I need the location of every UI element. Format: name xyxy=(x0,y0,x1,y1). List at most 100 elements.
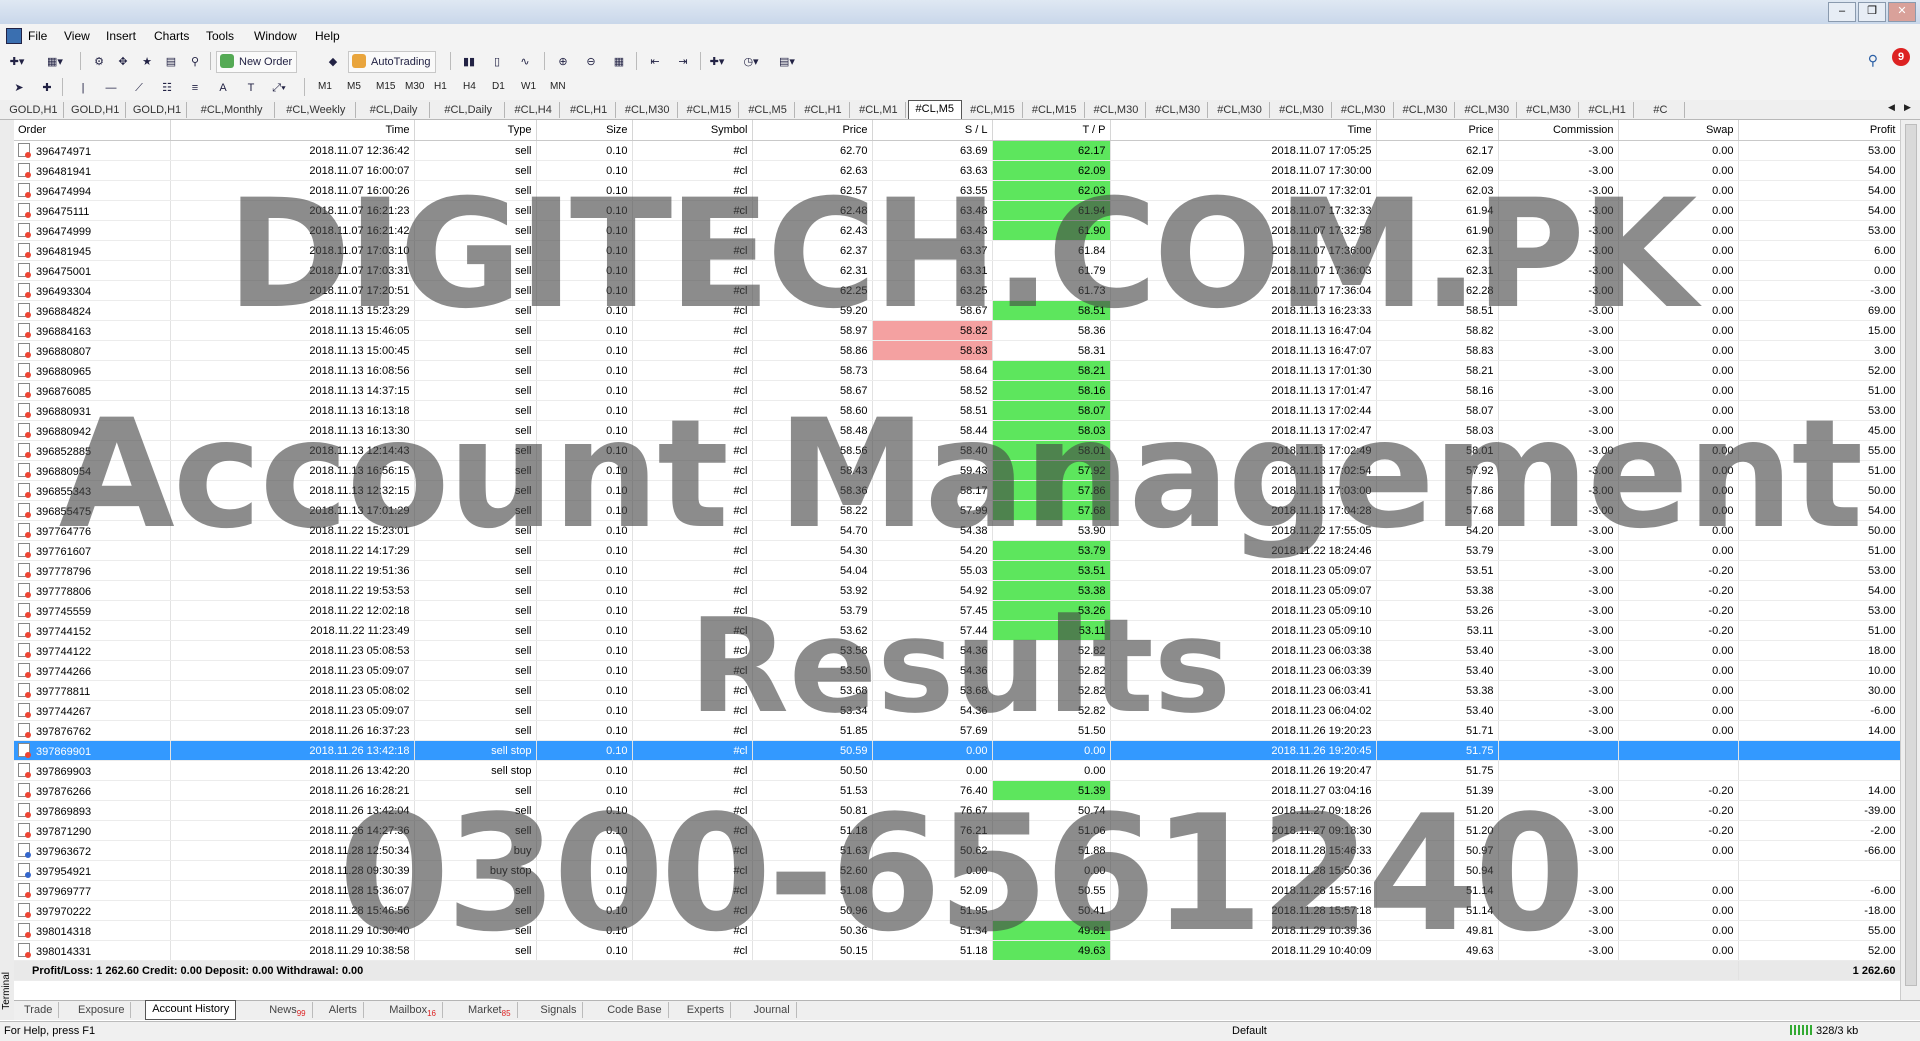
tab-scroll-right-icon[interactable]: ▶ xyxy=(1904,102,1911,113)
chart-tab[interactable]: #CL,M30 xyxy=(1396,102,1456,118)
menu-window[interactable]: Window xyxy=(254,29,297,43)
table-row[interactable]: 396493304 2018.11.07 17:20:51 sell 0.10 #cl 6… xyxy=(14,280,1900,301)
fibonacci-icon[interactable]: ≡ xyxy=(184,77,206,99)
chart-tab[interactable]: #CL,H1 xyxy=(1581,102,1635,118)
table-row[interactable]: 397744266 2018.11.23 05:09:07 sell 0.10 #cl 5… xyxy=(14,660,1900,681)
table-row[interactable]: 396880931 2018.11.13 16:13:18 sell 0.10 #cl 5… xyxy=(14,400,1900,421)
column-header-close-time[interactable]: Time xyxy=(1110,120,1377,141)
terminal-tab-alerts[interactable]: Alerts xyxy=(323,1002,364,1018)
timeframe-w1[interactable]: W1 xyxy=(519,77,538,97)
table-row[interactable]: 397869903 2018.11.26 13:42:20 sell stop 0.1… xyxy=(14,760,1900,781)
timeframe-m5[interactable]: M5 xyxy=(345,77,363,97)
terminal-tab-news[interactable]: News99 xyxy=(263,1002,313,1018)
chart-tab[interactable]: #CL,M15 xyxy=(680,102,740,118)
column-header-symbol[interactable]: Symbol xyxy=(632,120,753,141)
metaeditor-icon[interactable]: ◆ xyxy=(322,51,344,73)
table-row[interactable]: 396475001 2018.11.07 17:03:31 sell 0.10 #cl 6… xyxy=(14,260,1900,281)
table-row[interactable]: 396481941 2018.11.07 16:00:07 sell 0.10 #cl 6… xyxy=(14,160,1900,181)
chart-tab[interactable]: #CL,M30 xyxy=(1457,102,1518,118)
table-row[interactable]: 396852885 2018.11.13 12:14:43 sell 0.10 #cl 5… xyxy=(14,440,1900,461)
zoom-out-icon[interactable]: ⊖ xyxy=(580,51,602,73)
chart-tab[interactable]: #CL,M30 xyxy=(1519,102,1579,118)
timeframe-m30[interactable]: M30 xyxy=(403,77,426,97)
timeframe-d1[interactable]: D1 xyxy=(490,77,507,97)
timeframe-h1[interactable]: H1 xyxy=(432,77,449,97)
minimize-button[interactable]: – xyxy=(1828,2,1856,22)
chart-tab[interactable]: #CL,H1 xyxy=(562,102,616,118)
equidistant-channel-icon[interactable]: ☷ xyxy=(156,77,178,99)
timeframe-mn[interactable]: MN xyxy=(548,77,568,97)
column-header-open-price[interactable]: Price xyxy=(752,120,873,141)
market-watch-icon[interactable]: ⚙ xyxy=(88,51,110,73)
table-row[interactable]: 396880965 2018.11.13 16:08:56 sell 0.10 #cl 5… xyxy=(14,360,1900,381)
table-row[interactable]: 396880807 2018.11.13 15:00:45 sell 0.10 #cl 5… xyxy=(14,340,1900,361)
close-button[interactable]: ✕ xyxy=(1888,2,1916,22)
scrollbar-thumb[interactable] xyxy=(1905,124,1917,986)
column-header-swap[interactable]: Swap xyxy=(1618,120,1739,141)
text-icon[interactable]: A xyxy=(212,77,234,99)
table-row[interactable]: 397876762 2018.11.26 16:37:23 sell 0.10 #cl 5… xyxy=(14,720,1900,741)
profiles-icon[interactable]: ▦▾ xyxy=(44,51,66,73)
autotrading-button[interactable]: AutoTrading xyxy=(348,51,436,73)
terminal-tab-signals[interactable]: Signals xyxy=(534,1002,584,1018)
indicators-icon[interactable]: ✚▾ xyxy=(706,51,728,73)
table-row[interactable]: 397764776 2018.11.22 15:23:01 sell 0.10 #cl 5… xyxy=(14,520,1900,541)
chart-tab[interactable]: #CL,Monthly xyxy=(189,102,275,118)
column-header-close-price[interactable]: Price xyxy=(1376,120,1499,141)
tab-scroll-left-icon[interactable]: ◀ xyxy=(1888,102,1895,113)
chart-shift-icon[interactable]: ⇤ xyxy=(644,51,666,73)
terminal-tab-code-base[interactable]: Code Base xyxy=(601,1002,669,1018)
table-row[interactable]: 396474999 2018.11.07 16:21:42 sell 0.10 #cl 6… xyxy=(14,220,1900,241)
templates-icon[interactable]: ▤▾ xyxy=(776,51,798,73)
data-window-icon[interactable]: ★ xyxy=(136,51,158,73)
table-row[interactable]: 396481945 2018.11.07 17:03:10 sell 0.10 #cl 6… xyxy=(14,240,1900,261)
chart-tab[interactable]: #CL,M15 xyxy=(1025,102,1085,118)
candlestick-icon[interactable]: ▯ xyxy=(486,51,508,73)
chart-tab[interactable]: GOLD,H1 xyxy=(4,102,64,118)
column-header-profit[interactable]: Profit xyxy=(1738,120,1900,141)
menu-tools[interactable]: Tools xyxy=(206,29,234,43)
chart-tab[interactable]: #CL,Daily xyxy=(432,102,505,118)
terminal-tab-trade[interactable]: Trade xyxy=(18,1002,60,1018)
tile-windows-icon[interactable]: ▦ xyxy=(608,51,630,73)
menu-charts[interactable]: Charts xyxy=(154,29,189,43)
table-row[interactable]: 398014331 2018.11.29 10:38:58 sell 0.10 #cl 5… xyxy=(14,940,1900,961)
column-header-order[interactable]: Order xyxy=(14,120,171,141)
chart-tab[interactable]: GOLD,H1 xyxy=(128,102,188,118)
line-chart-icon[interactable]: ∿ xyxy=(514,51,536,73)
bar-chart-icon[interactable]: ▮▮ xyxy=(458,51,480,73)
table-row[interactable]: 396884163 2018.11.13 15:46:05 sell 0.10 #cl 5… xyxy=(14,320,1900,341)
crosshair-icon[interactable]: ✚ xyxy=(36,77,58,99)
table-row[interactable]: 397969777 2018.11.28 15:36:07 sell 0.10 #cl 5… xyxy=(14,880,1900,901)
column-header-size[interactable]: Size xyxy=(536,120,633,141)
chart-tab[interactable]: #CL,M30 xyxy=(1087,102,1147,118)
table-row[interactable]: 397871290 2018.11.26 14:27:36 sell 0.10 #cl 5… xyxy=(14,820,1900,841)
chart-tab[interactable]: #CL,M5 xyxy=(741,102,795,118)
table-row[interactable]: 397744267 2018.11.23 05:09:07 sell 0.10 #cl 5… xyxy=(14,700,1900,721)
column-header-sl[interactable]: S / L xyxy=(872,120,993,141)
table-row[interactable]: 396475111 2018.11.07 16:21:23 sell 0.10 #cl 6… xyxy=(14,200,1900,221)
table-row[interactable]: 396884824 2018.11.13 15:23:29 sell 0.10 #cl 5… xyxy=(14,300,1900,321)
chart-tab[interactable]: GOLD,H1 xyxy=(66,102,126,118)
table-row[interactable]: 396880942 2018.11.13 16:13:30 sell 0.10 #cl 5… xyxy=(14,420,1900,441)
vertical-line-icon[interactable]: | xyxy=(72,77,94,99)
table-row[interactable]: 396880954 2018.11.13 16:56:15 sell 0.10 #cl 5… xyxy=(14,460,1900,481)
chart-tab[interactable]: #CL,H1 xyxy=(797,102,851,118)
terminal-tab-account-history[interactable]: Account History xyxy=(145,1000,237,1020)
periods-icon[interactable]: ◷▾ xyxy=(740,51,762,73)
timeframe-h4[interactable]: H4 xyxy=(461,77,478,97)
terminal-tab-market[interactable]: Market85 xyxy=(462,1002,518,1018)
table-row[interactable]: 396474971 2018.11.07 12:36:42 sell 0.10 #cl 6… xyxy=(14,140,1900,161)
terminal-icon[interactable]: ▤ xyxy=(160,51,182,73)
navigator-icon[interactable]: ✥ xyxy=(112,51,134,73)
notification-badge[interactable]: 9 xyxy=(1892,48,1910,66)
cursor-icon[interactable]: ➤ xyxy=(8,77,30,99)
terminal-tab-exposure[interactable]: Exposure xyxy=(72,1002,132,1018)
chart-tab[interactable]: #CL,M30 xyxy=(1334,102,1394,118)
terminal-tab-journal[interactable]: Journal xyxy=(748,1002,797,1018)
table-row[interactable]: 397869893 2018.11.26 13:42:04 sell 0.10 #cl 5… xyxy=(14,800,1900,821)
menu-file[interactable]: File xyxy=(28,29,47,43)
table-row[interactable]: 397876266 2018.11.26 16:28:21 sell 0.10 #cl 5… xyxy=(14,780,1900,801)
search-icon[interactable]: ⚲ xyxy=(1868,52,1878,69)
terminal-tab-mailbox[interactable]: Mailbox16 xyxy=(383,1002,443,1018)
